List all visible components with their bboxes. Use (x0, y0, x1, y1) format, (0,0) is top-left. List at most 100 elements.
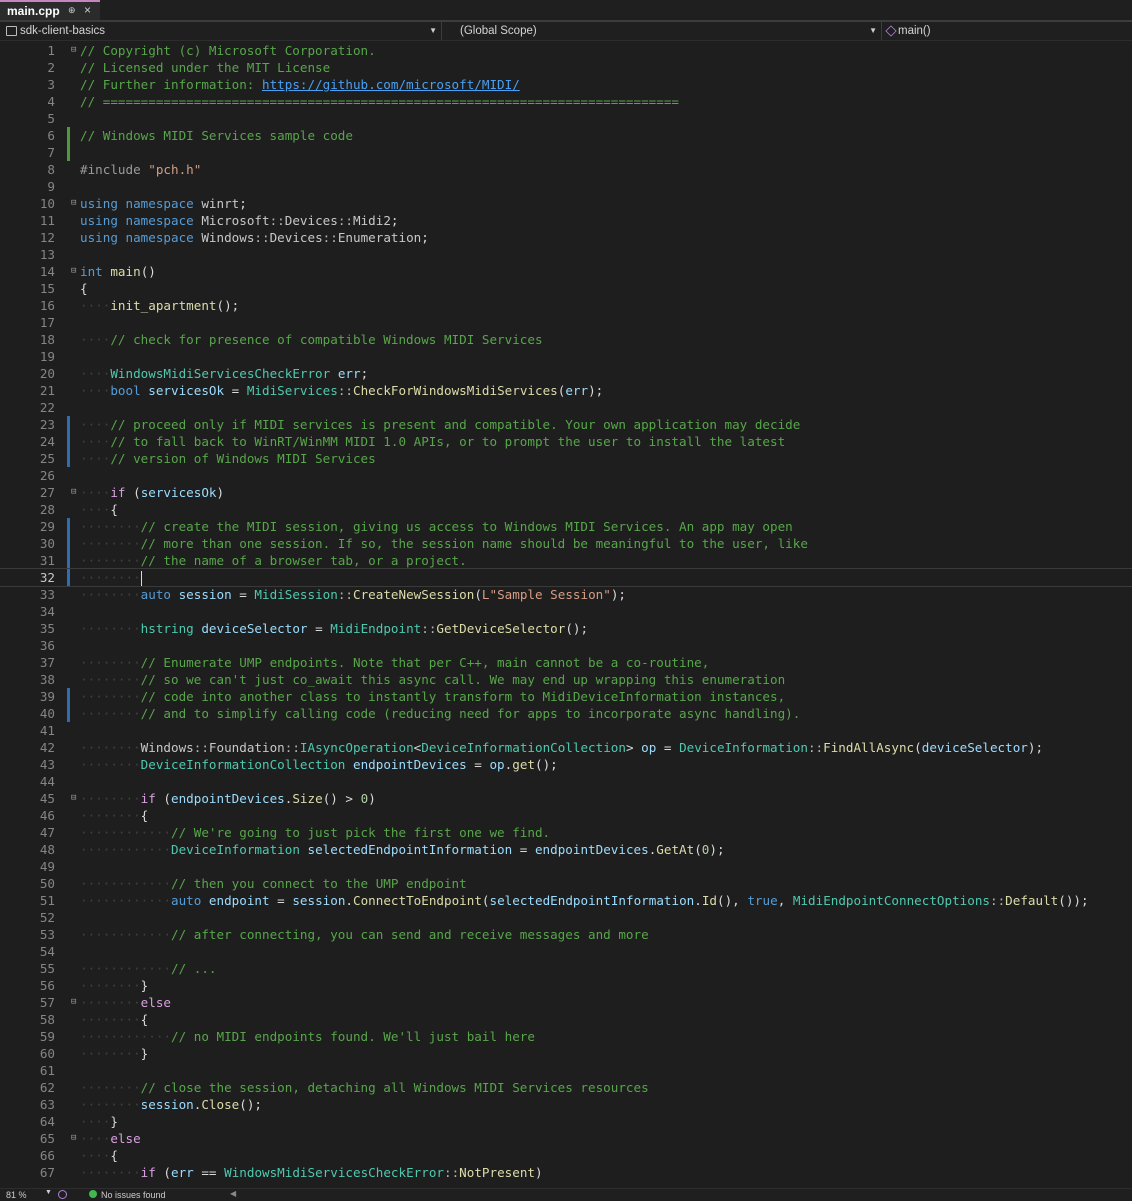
code-line[interactable]: 51 ············auto endpoint = session.Co… (0, 892, 1132, 909)
code-line[interactable]: 48 ············DeviceInformation selected… (0, 841, 1132, 858)
code-line[interactable]: 7 (0, 144, 1132, 161)
code-line[interactable]: 55 ············// ... (0, 960, 1132, 977)
code-line[interactable]: 58 ········{ (0, 1011, 1132, 1028)
collapse-icon[interactable]: ⊟ (71, 994, 77, 1011)
code-line[interactable]: 33 ········auto session = MidiSession::Cr… (0, 586, 1132, 603)
code-line[interactable]: 14 ⊟ int main() (0, 263, 1132, 280)
code-line[interactable]: 16 ····init_apartment(); (0, 297, 1132, 314)
code-line[interactable]: 47 ············// We're going to just pic… (0, 824, 1132, 841)
code-token: DeviceInformation (171, 842, 308, 857)
code-line[interactable]: 42 ········Windows::Foundation::IAsyncOpe… (0, 739, 1132, 756)
code-line[interactable]: 21 ····bool servicesOk = MidiServices::Ch… (0, 382, 1132, 399)
code-line[interactable]: 39 ········// code into another class to … (0, 688, 1132, 705)
scope-name: (Global Scope) (460, 25, 537, 37)
code-token: IAsyncOperation (299, 740, 414, 755)
code-line[interactable]: 23 ····// proceed only if MIDI services i… (0, 416, 1132, 433)
code-line[interactable]: 24 ····// to fall back to WinRT/WinMM MID… (0, 433, 1132, 450)
line-number: 66 (39, 1148, 55, 1163)
code-line[interactable]: 26 (0, 467, 1132, 484)
code-line[interactable]: 31 ········// the name of a browser tab, … (0, 552, 1132, 569)
code-line[interactable]: 8 #include "pch.h" (0, 161, 1132, 178)
code-line[interactable]: 50 ············// then you connect to the… (0, 875, 1132, 892)
code-token: // Further information: (80, 77, 262, 92)
collapse-icon[interactable]: ⊟ (71, 195, 77, 212)
code-line[interactable]: 54 (0, 943, 1132, 960)
code-line[interactable]: 66 ····{ (0, 1147, 1132, 1164)
code-line[interactable]: 41 (0, 722, 1132, 739)
code-line[interactable]: 4 // ====================================… (0, 93, 1132, 110)
code-line[interactable]: 38 ········// so we can't just co_await t… (0, 671, 1132, 688)
code-text: ····// check for presence of compatible … (80, 331, 543, 348)
code-line[interactable]: 27 ⊟ ····if (servicesOk) (0, 484, 1132, 501)
code-line[interactable]: 13 (0, 246, 1132, 263)
code-line[interactable]: 63 ········session.Close(); (0, 1096, 1132, 1113)
code-line[interactable]: 15 { (0, 280, 1132, 297)
code-line[interactable]: 40 ········// and to simplify calling cod… (0, 705, 1132, 722)
code-token: hstring (140, 621, 202, 636)
code-line[interactable]: 6 // Windows MIDI Services sample code (0, 127, 1132, 144)
code-line[interactable]: 46 ········{ (0, 807, 1132, 824)
code-line[interactable]: 64 ····} (0, 1113, 1132, 1130)
code-line[interactable]: 36 (0, 637, 1132, 654)
scroll-left-icon[interactable]: ◀ (230, 1189, 236, 1198)
zoom-level[interactable]: 81 % (6, 1190, 27, 1200)
chevron-down-icon[interactable]: ▼ (45, 1189, 52, 1196)
code-line[interactable]: 2 // Licensed under the MIT License (0, 59, 1132, 76)
code-token: ···· (80, 451, 111, 466)
collapse-icon[interactable]: ⊟ (71, 484, 77, 501)
code-line[interactable]: 59 ············// no MIDI endpoints found… (0, 1028, 1132, 1045)
code-line[interactable]: 11 using namespace Microsoft::Devices::Mi… (0, 212, 1132, 229)
code-token: ········ (80, 536, 141, 551)
code-cleanup-icon[interactable] (58, 1190, 67, 1199)
collapse-icon[interactable]: ⊟ (71, 1130, 77, 1147)
code-line[interactable]: 28 ····{ (0, 501, 1132, 518)
code-line[interactable]: 19 (0, 348, 1132, 365)
code-line[interactable]: 29 ········// create the MIDI session, gi… (0, 518, 1132, 535)
code-editor[interactable]: 1 ⊟// Copyright (c) Microsoft Corporation… (0, 42, 1132, 1188)
code-token: // create the MIDI session, giving us ac… (140, 519, 793, 534)
close-icon[interactable]: × (84, 3, 91, 17)
code-line[interactable]: 45 ⊟ ········if (endpointDevices.Size() > … (0, 790, 1132, 807)
code-line[interactable]: 1 ⊟// Copyright (c) Microsoft Corporation… (0, 42, 1132, 59)
code-token: get (512, 757, 535, 772)
code-line[interactable]: 65 ⊟ ····else (0, 1130, 1132, 1147)
collapse-icon[interactable]: ⊟ (71, 42, 77, 59)
code-text: ········Windows::Foundation::IAsyncOpera… (80, 739, 1043, 756)
code-line[interactable]: 25 ····// version of Windows MIDI Service… (0, 450, 1132, 467)
code-line[interactable]: 67 ········if (err == WindowsMidiServices… (0, 1164, 1132, 1181)
pin-icon[interactable]: ⊕ (68, 5, 76, 16)
collapse-icon[interactable]: ⊟ (71, 790, 77, 807)
code-line[interactable]: 49 (0, 858, 1132, 875)
issues-status[interactable]: No issues found (101, 1190, 166, 1200)
code-line[interactable]: 56 ········} (0, 977, 1132, 994)
code-line[interactable]: 9 (0, 178, 1132, 195)
code-line[interactable]: 3 // Further information: https://github.… (0, 76, 1132, 93)
member-dropdown[interactable]: main() (884, 22, 1132, 40)
tab-main-cpp[interactable]: main.cpp ⊕ × (0, 0, 100, 20)
code-line[interactable]: 32 ········ (0, 568, 1132, 587)
code-line[interactable]: 10 ⊟ using namespace winrt; (0, 195, 1132, 212)
project-dropdown[interactable]: sdk-client-basics ▼ (0, 22, 442, 40)
code-line[interactable]: 34 (0, 603, 1132, 620)
scope-dropdown[interactable]: (Global Scope) ▼ (446, 22, 882, 40)
code-line[interactable]: 62 ········// close the session, detachin… (0, 1079, 1132, 1096)
code-line[interactable]: 18 ····// check for presence of compatibl… (0, 331, 1132, 348)
collapse-icon[interactable]: ⊟ (71, 263, 77, 280)
code-line[interactable]: 37 ········// Enumerate UMP endpoints. No… (0, 654, 1132, 671)
code-line[interactable]: 52 (0, 909, 1132, 926)
code-line[interactable]: 60 ········} (0, 1045, 1132, 1062)
code-line[interactable]: 53 ············// after connecting, you c… (0, 926, 1132, 943)
code-token: :: (193, 740, 209, 755)
code-line[interactable]: 30 ········// more than one session. If s… (0, 535, 1132, 552)
code-line[interactable]: 61 (0, 1062, 1132, 1079)
code-token: // proceed only if MIDI services is pres… (110, 417, 801, 432)
code-line[interactable]: 12 using namespace Windows::Devices::Enum… (0, 229, 1132, 246)
code-line[interactable]: 17 (0, 314, 1132, 331)
code-line[interactable]: 35 ········hstring deviceSelector = MidiE… (0, 620, 1132, 637)
code-line[interactable]: 22 (0, 399, 1132, 416)
code-line[interactable]: 43 ········DeviceInformationCollection en… (0, 756, 1132, 773)
code-line[interactable]: 44 (0, 773, 1132, 790)
code-line[interactable]: 5 (0, 110, 1132, 127)
code-line[interactable]: 20 ····WindowsMidiServicesCheckError err; (0, 365, 1132, 382)
code-line[interactable]: 57 ⊟ ········else (0, 994, 1132, 1011)
